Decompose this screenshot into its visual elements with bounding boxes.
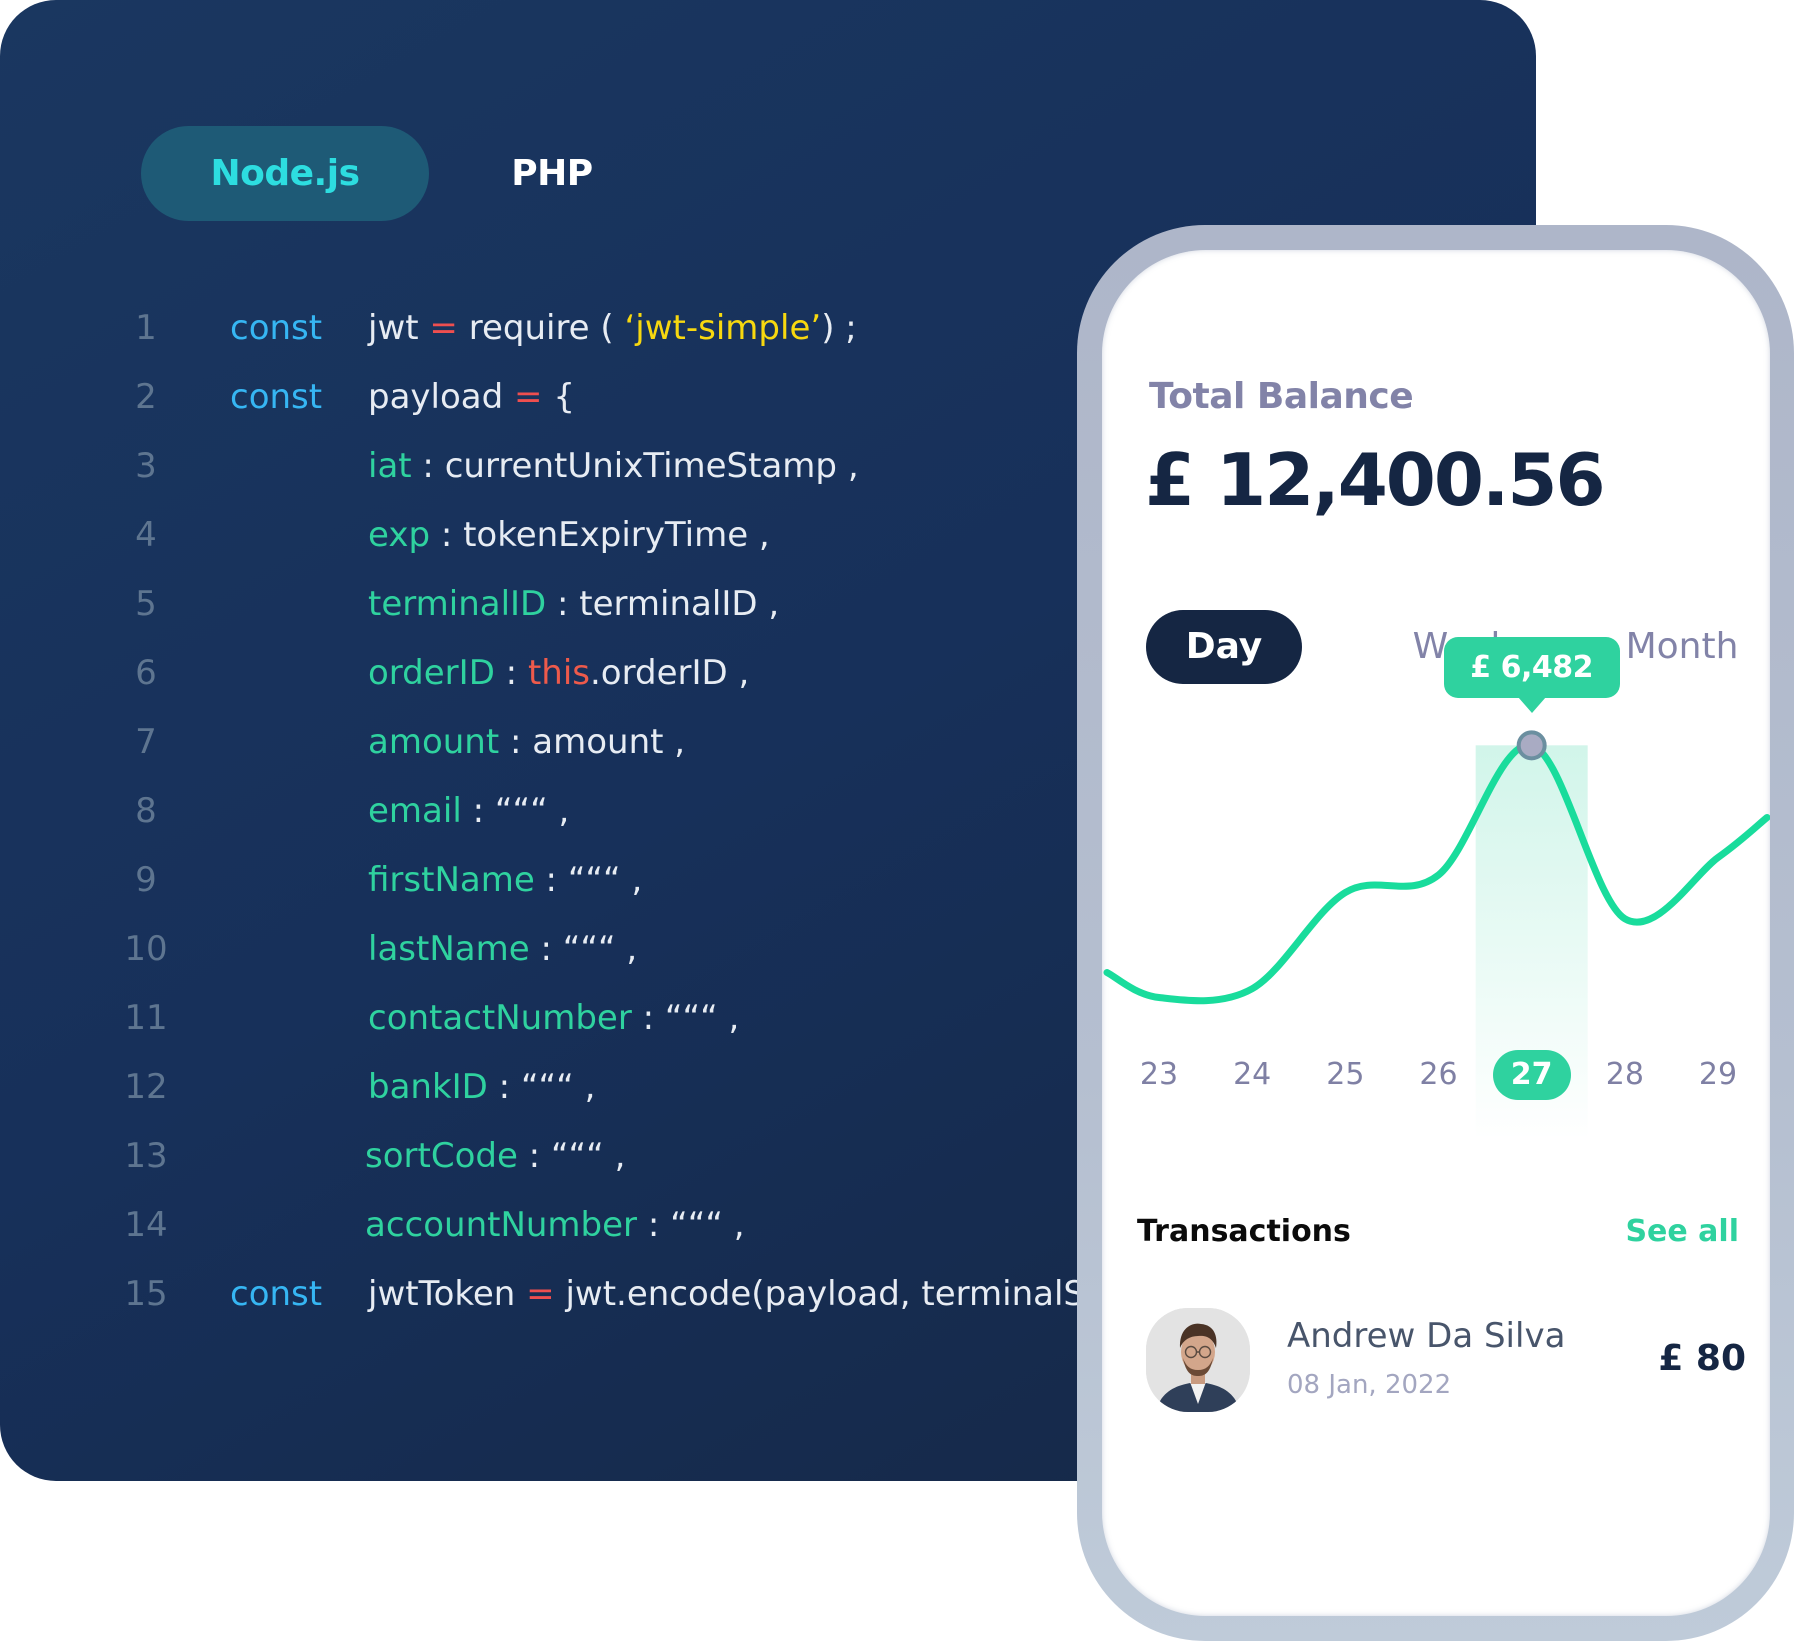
code-token-key: contactNumber — [368, 998, 632, 1038]
line-number: 10 — [124, 929, 168, 969]
phone-mockup: Total Balance £ 12,400.56 Day Week Month… — [1077, 225, 1794, 1641]
code-token-plain: : terminalID , — [546, 584, 780, 624]
line-number: 12 — [124, 1067, 168, 1107]
code-token-op: = — [526, 1274, 555, 1314]
code-keyword: const — [230, 308, 323, 348]
line-number: 9 — [135, 860, 157, 900]
line-number: 5 — [135, 584, 157, 624]
code-token-plain: : — [494, 653, 528, 693]
code-token-plain: { — [542, 377, 575, 417]
code-token-key: terminalID — [368, 584, 547, 624]
code-statement: jwtToken = jwt.encode(payload, terminalS… — [368, 1269, 1185, 1319]
code-token-op: = — [514, 377, 543, 417]
code-token-plain: : “““ , — [631, 998, 740, 1038]
line-number: 8 — [135, 791, 157, 831]
transactions-heading: Transactions — [1137, 1214, 1351, 1249]
code-token-plain: jwt — [368, 308, 430, 348]
x-tick-label[interactable]: 25 — [1305, 1050, 1385, 1100]
code-token-plain: payload — [368, 377, 515, 417]
code-token-key: amount — [368, 722, 500, 762]
code-token-plain: require ( — [457, 308, 625, 348]
code-token-plain: .orderID , — [590, 653, 750, 693]
code-token-key: email — [368, 791, 462, 831]
code-token-plain: : “““ , — [529, 929, 638, 969]
code-token-this: this — [527, 653, 590, 693]
period-tab-month[interactable]: Month — [1602, 610, 1762, 684]
code-token-key: bankID — [368, 1067, 488, 1107]
line-number: 6 — [135, 653, 157, 693]
code-token-plain: ) ; — [821, 308, 857, 348]
code-token-key: orderID — [368, 653, 495, 693]
code-token-key: exp — [368, 515, 431, 555]
code-statement: amount : amount , — [368, 717, 685, 767]
code-token-plain: : “““ , — [637, 1205, 745, 1245]
line-number: 14 — [124, 1205, 168, 1245]
line-number: 2 — [135, 377, 157, 417]
transaction-item[interactable]: Andrew Da Silva 08 Jan, 2022 £ 80 — [1146, 1308, 1746, 1418]
code-token-key: firstName — [368, 860, 535, 900]
chart-tooltip: £ 6,482 — [1443, 637, 1620, 699]
code-token-plain: : amount , — [499, 722, 686, 762]
code-statement: email : “““ , — [368, 786, 569, 836]
code-token-plain: : “““ , — [461, 791, 570, 831]
code-token-plain: : “““ , — [487, 1067, 596, 1107]
code-statement: orderID : this.orderID , — [368, 648, 749, 698]
line-number: 1 — [135, 308, 157, 348]
balance-line — [1103, 741, 1770, 1005]
code-statement: jwt = require ( ‘jwt-simple’) ; — [368, 303, 857, 353]
x-tick-label[interactable]: 26 — [1399, 1050, 1479, 1100]
x-tick-label[interactable]: 23 — [1119, 1050, 1199, 1100]
x-tick-label[interactable]: 24 — [1212, 1050, 1292, 1100]
person-photo-icon — [1146, 1308, 1250, 1412]
code-statement: terminalID : terminalID , — [368, 579, 779, 629]
code-token-key: lastName — [368, 929, 530, 969]
selected-data-point[interactable] — [1516, 730, 1547, 761]
code-statement: lastName : “““ , — [368, 924, 637, 974]
phone-screen: Total Balance £ 12,400.56 Day Week Month… — [1102, 250, 1770, 1616]
tooltip-pointer — [1517, 697, 1546, 714]
see-all-link[interactable]: See all — [1625, 1214, 1739, 1249]
transaction-amount: £ 80 — [1658, 1338, 1746, 1379]
code-keyword: const — [230, 1274, 323, 1314]
code-statement: iat : currentUnixTimeStamp , — [368, 441, 859, 491]
line-number: 11 — [124, 998, 168, 1038]
code-statement: firstName : “““ , — [368, 855, 642, 905]
code-statement: contactNumber : “““ , — [368, 993, 739, 1043]
code-token-plain: : tokenExpiryTime , — [430, 515, 770, 555]
line-number: 13 — [124, 1136, 168, 1176]
avatar — [1146, 1308, 1250, 1412]
code-statement: accountNumber : “““ , — [365, 1200, 745, 1250]
code-token-plain: jwtToken — [368, 1274, 527, 1314]
line-number: 15 — [124, 1274, 168, 1314]
code-statement: payload = { — [368, 372, 575, 422]
code-keyword: const — [230, 377, 323, 417]
code-token-str: ‘jwt-simple’ — [624, 308, 822, 348]
balance-label: Total Balance — [1149, 376, 1414, 417]
line-number: 3 — [135, 446, 157, 486]
period-tab-day[interactable]: Day — [1146, 610, 1302, 684]
transaction-name: Andrew Da Silva — [1287, 1316, 1566, 1356]
code-statement: sortCode : “““ , — [365, 1131, 625, 1181]
code-token-plain: : “““ , — [534, 860, 643, 900]
line-number: 7 — [135, 722, 157, 762]
x-tick-label[interactable]: 28 — [1585, 1050, 1665, 1100]
code-token-key: accountNumber — [365, 1205, 638, 1245]
code-token-key: sortCode — [365, 1136, 518, 1176]
code-token-plain: : “““ , — [517, 1136, 626, 1176]
code-statement: bankID : “““ , — [368, 1062, 595, 1112]
line-number: 4 — [135, 515, 157, 555]
code-token-plain: : currentUnixTimeStamp , — [411, 446, 859, 486]
x-tick-label[interactable]: 27 — [1492, 1050, 1571, 1100]
x-tick-label[interactable]: 29 — [1678, 1050, 1758, 1100]
code-token-key: iat — [368, 446, 412, 486]
code-statement: exp : tokenExpiryTime , — [368, 510, 770, 560]
code-token-op: = — [429, 308, 458, 348]
balance-amount: £ 12,400.56 — [1145, 438, 1606, 522]
transaction-date: 08 Jan, 2022 — [1287, 1370, 1452, 1400]
